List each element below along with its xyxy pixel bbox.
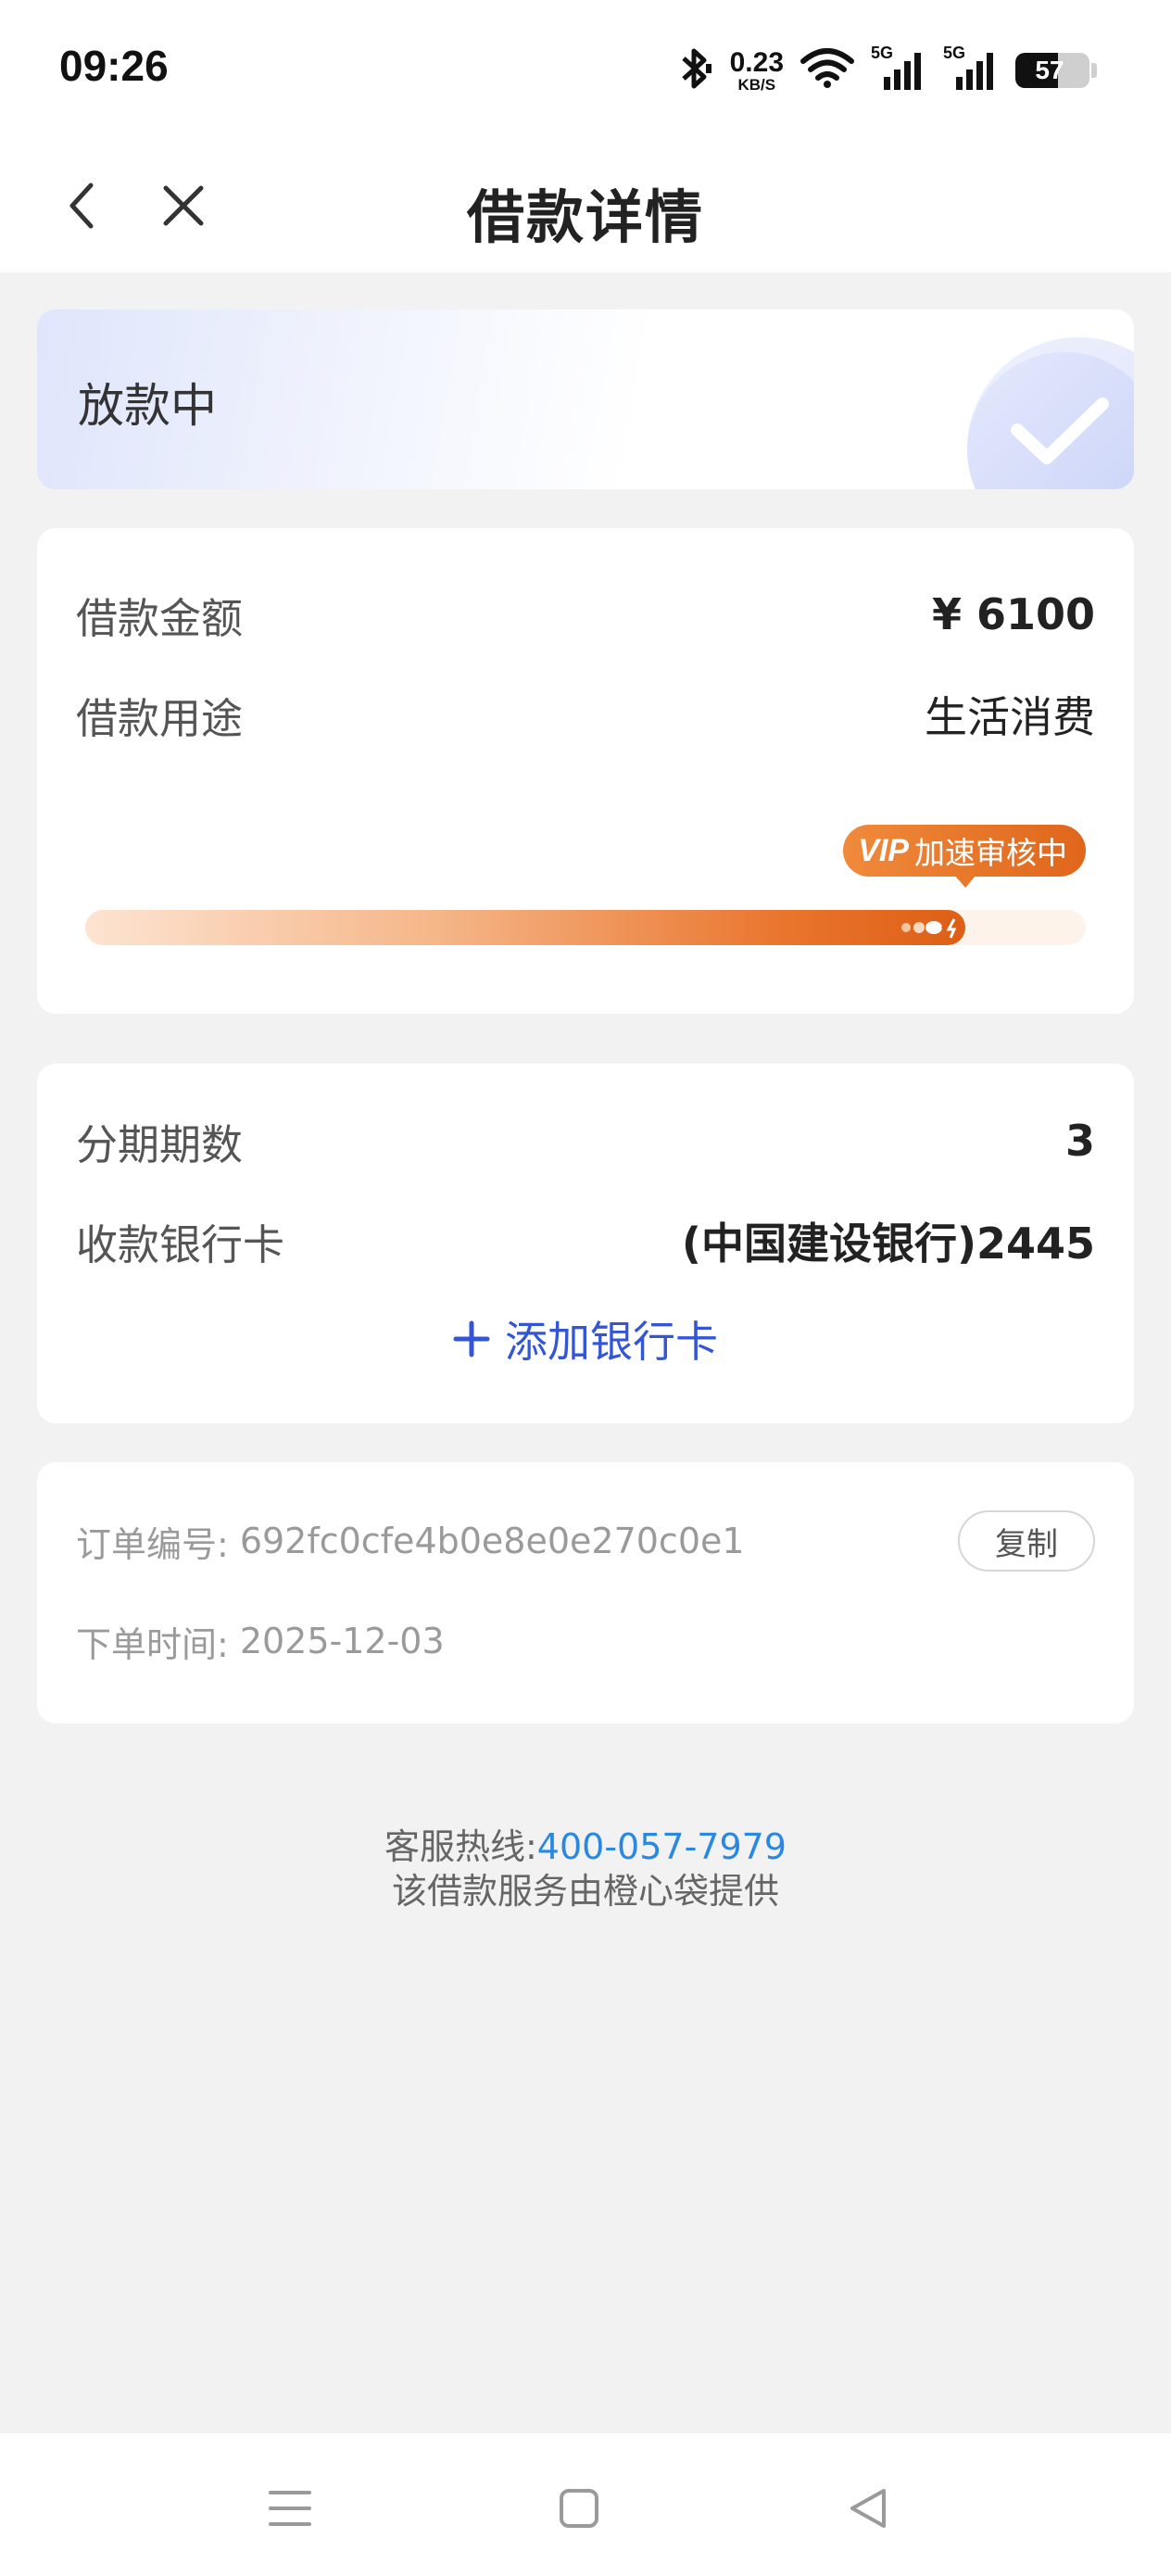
order-number-value: 692fc0cfe4b0e8e0e270c0e1 (239, 1521, 745, 1561)
loan-amount-label: 借款金额 (76, 593, 244, 643)
order-time-row: 下单时间: 2025-12-03 (76, 1609, 1095, 1673)
bank-card-value: (中国建设银行)2445 (681, 1219, 1095, 1269)
battery-cap (1091, 63, 1097, 78)
menu-icon (269, 2491, 311, 2526)
loan-amount-value: ¥ 6100 (931, 589, 1095, 639)
vip-review-text: 加速审核中 (914, 835, 1067, 871)
network-speed-value: 0.23 (729, 46, 784, 78)
screen: 09:26 0.23 KB/S 5G 5G 57 借款详情 放款中 借款金额 ¥… (0, 0, 1171, 2576)
add-bank-card-button[interactable]: 添加银行卡 (37, 1307, 1134, 1371)
wifi-icon (800, 48, 854, 93)
signal-5g-icon: 5G (943, 44, 999, 92)
order-number-row: 订单编号: 692fc0cfe4b0e8e0e270c0e1 (76, 1509, 1095, 1573)
loan-status-card: 放款中 (37, 309, 1134, 489)
status-bar: 09:26 0.23 KB/S 5G 5G 57 (0, 0, 1171, 139)
order-time-label: 下单时间: (76, 1623, 229, 1665)
order-info-card: 订单编号: 692fc0cfe4b0e8e0e270c0e1 复制 下单时间: … (37, 1462, 1134, 1724)
bank-card-row[interactable]: 收款银行卡 (中国建设银行)2445 (76, 1208, 1095, 1273)
review-progress-bar (85, 910, 1086, 945)
battery-icon: 57 (1015, 53, 1089, 88)
installments-value: 3 (1064, 1116, 1095, 1166)
loan-purpose-value: 生活消费 (925, 692, 1095, 742)
order-number-label: 订单编号: (76, 1523, 229, 1565)
triangle-back-icon (850, 2489, 886, 2528)
navigation-bar: 借款详情 (0, 139, 1171, 272)
bank-card-label: 收款银行卡 (76, 1219, 285, 1269)
signal-5g-icon: 5G (871, 44, 926, 92)
status-time: 09:26 (59, 42, 169, 90)
repayment-card: 分期期数 3 收款银行卡 (中国建设银行)2445 添加银行卡 (37, 1064, 1134, 1423)
copy-order-number-button[interactable]: 复制 (958, 1510, 1095, 1572)
rocket-icon (901, 914, 964, 941)
loan-purpose-row: 借款用途 生活消费 (76, 682, 1095, 747)
system-navigation-bar (0, 2433, 1171, 2576)
add-bank-card-label: 添加银行卡 (505, 1317, 718, 1367)
menu-button[interactable] (258, 2476, 322, 2541)
home-button[interactable] (547, 2476, 611, 2541)
installments-row: 分期期数 3 (76, 1108, 1095, 1173)
bluetooth-icon (676, 47, 713, 94)
plus-icon (453, 1320, 490, 1357)
loan-info-card: 借款金额 ¥ 6100 借款用途 生活消费 VIP 加速审核中 (37, 528, 1134, 1014)
back-nav-button[interactable] (836, 2476, 900, 2541)
review-progress-fill (85, 910, 966, 945)
hotline-number-link[interactable]: 400-057-7979 (537, 1826, 787, 1867)
check-icon (1011, 398, 1109, 464)
network-speed-unit: KB/S (737, 75, 776, 94)
loan-amount-row: 借款金额 ¥ 6100 (76, 582, 1095, 647)
status-icons: 0.23 KB/S 5G 5G 57 (676, 43, 1097, 98)
installments-label: 分期期数 (76, 1119, 244, 1169)
vip-review-badge: VIP 加速审核中 (843, 825, 1086, 888)
loan-purpose-label: 借款用途 (76, 693, 244, 743)
loan-status-text: 放款中 (78, 379, 217, 433)
square-icon (560, 2489, 598, 2528)
order-time-value: 2025-12-03 (239, 1621, 445, 1661)
network-speed: 0.23 KB/S (729, 46, 784, 94)
battery-level: 57 (1035, 56, 1064, 84)
provider-text: 该借款服务由橙心袋提供 (391, 1871, 779, 1912)
hotline-line: 客服热线:400-057-7979 (0, 1818, 1171, 1869)
page-title: 借款详情 (466, 183, 704, 251)
vip-tag: VIP (858, 832, 909, 868)
hotline-label: 客服热线: (384, 1826, 537, 1867)
